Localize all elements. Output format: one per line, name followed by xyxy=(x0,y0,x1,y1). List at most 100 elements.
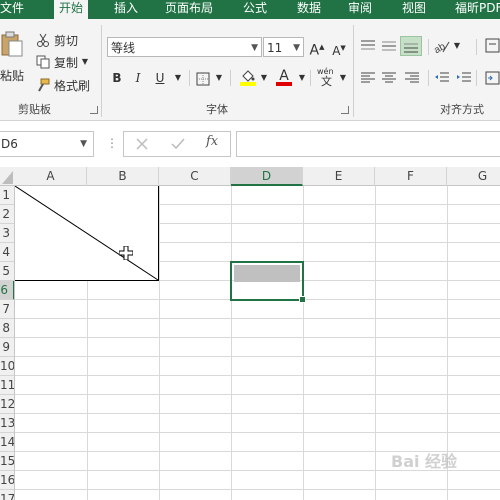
row-header[interactable]: 9 xyxy=(0,338,14,357)
row-header[interactable]: 2 xyxy=(0,205,14,224)
italic-button[interactable]: I xyxy=(131,69,145,87)
row-header[interactable]: 11 xyxy=(0,376,14,395)
formula-buttons: fx xyxy=(123,131,231,157)
row-header[interactable]: 1 xyxy=(0,186,14,205)
row-header[interactable]: 16 xyxy=(0,471,14,490)
copy-dropdown-icon[interactable]: ▼ xyxy=(80,53,90,71)
clipboard-launcher-icon[interactable] xyxy=(90,106,98,114)
tab-review[interactable]: 审阅 xyxy=(348,0,372,19)
name-box[interactable]: D6 ▼ xyxy=(0,131,94,157)
group-divider xyxy=(476,70,477,86)
borders-dropdown-icon[interactable]: ▼ xyxy=(214,69,224,87)
paste-button[interactable]: 粘贴 xyxy=(0,67,24,84)
fill-handle[interactable] xyxy=(299,296,306,303)
fill-color-dropdown-icon[interactable]: ▼ xyxy=(259,69,269,87)
tab-view[interactable]: 视图 xyxy=(402,0,426,19)
tab-insert[interactable]: 插入 xyxy=(114,0,138,19)
confirm-icon[interactable] xyxy=(170,136,186,152)
decrease-indent-icon[interactable] xyxy=(434,70,450,84)
bold-button[interactable]: B xyxy=(110,69,124,87)
insert-function-icon[interactable]: fx xyxy=(206,134,218,149)
merge-center-icon[interactable] xyxy=(485,70,500,85)
align-top-icon[interactable] xyxy=(360,38,376,52)
selected-fill xyxy=(234,265,300,282)
row-header[interactable]: 14 xyxy=(0,433,14,452)
align-right-icon[interactable] xyxy=(404,70,420,84)
tab-formulas[interactable]: 公式 xyxy=(243,0,267,19)
phonetic-bottom-text: 文 xyxy=(321,75,332,88)
underline-button[interactable]: U xyxy=(153,69,167,87)
active-cell-d6[interactable] xyxy=(230,261,306,303)
row-header[interactable]: 10 xyxy=(0,357,14,376)
paste-icon[interactable] xyxy=(0,31,24,57)
column-header-a[interactable]: A xyxy=(15,167,87,186)
chevron-down-icon[interactable]: ▼ xyxy=(80,132,87,156)
tab-data[interactable]: 数据 xyxy=(297,0,321,19)
formula-input[interactable] xyxy=(236,131,500,157)
column-header-d[interactable]: D xyxy=(231,167,303,186)
column-header-b[interactable]: B xyxy=(87,167,159,186)
fill-color-icon[interactable] xyxy=(240,69,256,86)
font-color-button[interactable]: A xyxy=(276,67,292,86)
font-color-dropdown-icon[interactable]: ▼ xyxy=(297,69,307,87)
format-painter-icon[interactable] xyxy=(36,77,50,92)
group-divider xyxy=(310,70,311,86)
font-name-value: 等线 xyxy=(111,41,136,55)
column-header-f[interactable]: F xyxy=(375,167,447,186)
row-header[interactable]: 15 xyxy=(0,452,14,471)
merged-cell-a1-b5[interactable] xyxy=(15,186,159,281)
phonetic-dropdown-icon[interactable]: ▼ xyxy=(338,69,348,87)
orientation-dropdown-icon[interactable]: ▼ xyxy=(452,37,462,55)
shrink-font-button[interactable]: A▼ xyxy=(331,39,347,58)
borders-icon[interactable] xyxy=(196,71,210,86)
row-header[interactable]: 17 xyxy=(0,490,14,500)
align-middle-icon[interactable] xyxy=(381,38,397,52)
row-header[interactable]: 8 xyxy=(0,319,14,338)
tab-home[interactable]: 开始 xyxy=(54,0,89,19)
underline-dropdown-icon[interactable]: ▼ xyxy=(173,69,183,87)
increase-indent-icon[interactable] xyxy=(456,70,472,84)
font-launcher-icon[interactable] xyxy=(341,106,349,114)
row-header-selected[interactable]: 6 xyxy=(0,281,14,300)
copy-icon[interactable] xyxy=(36,54,50,69)
copy-button[interactable]: 复制 xyxy=(54,54,78,71)
grow-font-button[interactable]: A▲ xyxy=(309,38,325,59)
align-left-icon[interactable] xyxy=(360,70,376,84)
group-divider xyxy=(101,25,102,117)
row-header[interactable]: 13 xyxy=(0,414,14,433)
group-divider xyxy=(428,70,429,86)
scissors-icon[interactable] xyxy=(36,32,50,47)
row-header[interactable]: 5 xyxy=(0,262,14,281)
font-color-bar xyxy=(276,82,292,86)
cut-button[interactable]: 剪切 xyxy=(54,32,78,49)
row-header[interactable]: 7 xyxy=(0,300,14,319)
row-header[interactable]: 4 xyxy=(0,243,14,262)
group-divider xyxy=(476,39,477,55)
row-header[interactable]: 12 xyxy=(0,395,14,414)
align-center-icon[interactable] xyxy=(381,70,397,84)
cell-grid[interactable]: Bai 经验 xyxy=(15,186,500,500)
align-bottom-icon[interactable] xyxy=(400,36,422,56)
format-painter-button[interactable]: 格式刷 xyxy=(54,77,90,94)
group-divider xyxy=(189,70,190,86)
group-divider xyxy=(230,70,231,86)
phonetic-guide-button[interactable]: wén 文 xyxy=(317,67,337,89)
chevron-down-icon: ▼ xyxy=(251,43,258,53)
tab-foxit-pdf[interactable]: 福昕PDF xyxy=(455,0,500,19)
cancel-icon[interactable] xyxy=(134,136,150,152)
column-header-c[interactable]: C xyxy=(159,167,231,186)
tab-page-layout[interactable]: 页面布局 xyxy=(165,0,213,19)
more-options-icon[interactable]: ⋮ xyxy=(106,136,118,150)
column-header-row: A B C D E F G xyxy=(0,167,500,186)
column-header-g[interactable]: G xyxy=(447,167,500,186)
wrap-text-icon[interactable] xyxy=(485,38,500,54)
column-header-e[interactable]: E xyxy=(303,167,375,186)
font-size-value: 11 xyxy=(267,41,283,55)
select-all-button[interactable] xyxy=(0,167,15,186)
tab-file[interactable]: 文件 xyxy=(0,0,24,19)
orientation-icon[interactable]: ab xyxy=(432,38,450,56)
font-size-select[interactable]: 11 ▼ xyxy=(263,37,304,57)
font-name-select[interactable]: 等线 ▼ xyxy=(107,37,262,57)
ribbon-tab-bar: 文件 开始 插入 页面布局 公式 数据 审阅 视图 福昕PDF xyxy=(0,0,500,19)
row-header[interactable]: 3 xyxy=(0,224,14,243)
